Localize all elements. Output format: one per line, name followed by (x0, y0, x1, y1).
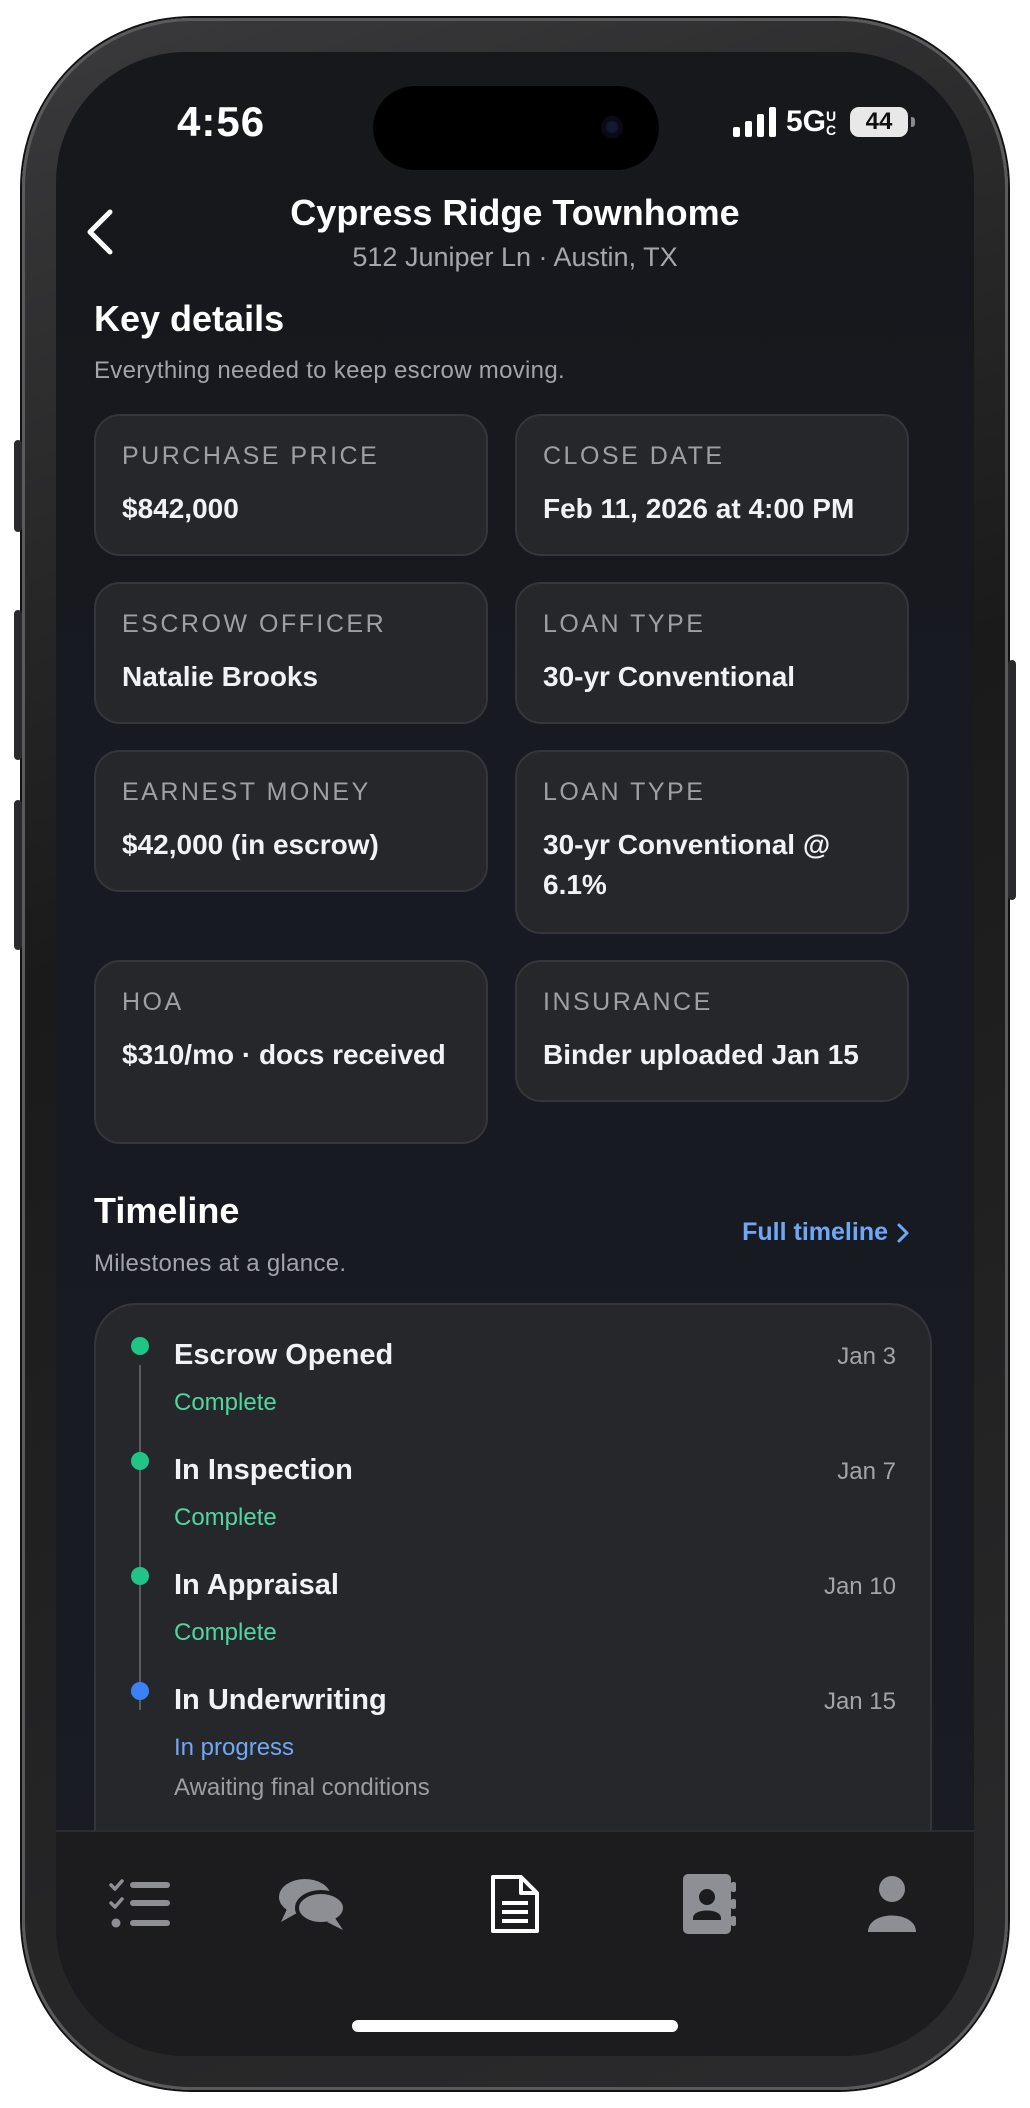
milestone-title: Escrow Opened (174, 1339, 394, 1371)
detail-card-earnest-money: EARNEST MONEY $42,000 (in escrow) (94, 750, 488, 892)
status-dot-complete (131, 1337, 149, 1355)
detail-value: $842,000 (122, 493, 239, 524)
milestone-status: Complete (174, 1619, 277, 1646)
detail-label: ESCROW OFFICER (122, 610, 387, 638)
tab-contacts[interactable] (668, 1864, 748, 1944)
person-icon (868, 1876, 916, 1932)
app-screen: 4:56 5GUC 44 Cypress Ridge Townhome 512 … (56, 52, 974, 2056)
key-details-heading: Key details (94, 298, 285, 339)
milestone-date: Jan 3 (837, 1343, 896, 1370)
chat-bubbles-icon (279, 1879, 347, 1930)
detail-value: 30-yr Conventional (543, 661, 796, 692)
milestone-status: Complete (174, 1504, 277, 1531)
home-indicator[interactable] (352, 2020, 678, 2032)
detail-card-hoa: HOA $310/mo · docs received (94, 960, 488, 1144)
cellular-signal-icon (732, 107, 776, 137)
detail-label: LOAN TYPE (543, 610, 706, 638)
detail-card-purchase-price: PURCHASE PRICE $842,000 (94, 414, 488, 556)
detail-card-loan-type-rate: LOAN TYPE 30-yr Conventional @ 6.1% (515, 750, 909, 934)
detail-label: EARNEST MONEY (122, 778, 371, 806)
detail-label: HOA (122, 988, 184, 1016)
status-indicators: 5GUC 44 (732, 102, 915, 142)
milestone-title: In Inspection (174, 1454, 353, 1486)
side-button-volume-down (14, 800, 22, 950)
detail-label: LOAN TYPE (543, 778, 706, 806)
timeline-card: Escrow Opened Jan 3 Complete In Inspecti… (94, 1303, 932, 1863)
side-button-volume-up (14, 610, 22, 760)
milestone-date: Jan 10 (823, 1573, 896, 1600)
detail-label: INSURANCE (543, 988, 713, 1016)
contact-book-icon (683, 1874, 736, 1934)
detail-value: $42,000 (in escrow) (122, 829, 379, 860)
milestone-title: In Appraisal (174, 1569, 339, 1601)
battery-icon: 44 (850, 107, 915, 137)
page-subtitle: 512 Juniper Ln · Austin, TX (352, 242, 678, 272)
detail-value: Feb 11, 2026 at 4:00 PM (543, 493, 855, 524)
page-title: Cypress Ridge Townhome (290, 192, 740, 233)
full-timeline-label: Full timeline (742, 1218, 888, 1246)
network-label: 5GUC (785, 105, 837, 138)
checklist-icon (109, 1879, 170, 1928)
tab-profile[interactable] (852, 1864, 932, 1944)
detail-label: CLOSE DATE (543, 442, 725, 470)
status-dot-in-progress (131, 1682, 149, 1700)
chevron-right-icon (897, 1223, 909, 1242)
document-icon (491, 1875, 539, 1933)
status-time: 4:56 (177, 98, 266, 145)
detail-card-escrow-officer: ESCROW OFFICER Natalie Brooks (94, 582, 488, 724)
milestone-note: Awaiting final conditions (174, 1774, 430, 1801)
detail-value: $310/mo · docs received (122, 1039, 446, 1070)
timeline-subtitle: Milestones at a glance. (94, 1250, 347, 1277)
milestone-title: In Underwriting (174, 1684, 387, 1716)
status-dot-complete (131, 1567, 149, 1585)
detail-card-loan-type: LOAN TYPE 30-yr Conventional (515, 582, 909, 724)
tab-documents[interactable] (475, 1864, 555, 1944)
detail-value: Natalie Brooks (122, 661, 319, 692)
milestone-date: Jan 7 (837, 1458, 896, 1485)
key-details-subtitle: Everything needed to keep escrow moving. (94, 357, 565, 384)
detail-value: Binder uploaded Jan 15 (543, 1039, 859, 1070)
detail-card-insurance: INSURANCE Binder uploaded Jan 15 (515, 960, 909, 1102)
full-timeline-link[interactable]: Full timeline (742, 1218, 910, 1247)
milestone-date: Jan 15 (823, 1688, 896, 1715)
milestone-status: In progress (174, 1734, 295, 1761)
timeline-connector (139, 1365, 141, 1710)
status-dot-complete (131, 1452, 149, 1470)
dynamic-island (373, 86, 659, 170)
tab-messages[interactable] (272, 1864, 352, 1944)
detail-value: 30-yr Conventional @ 6.1% (543, 829, 831, 900)
tab-checklist[interactable] (100, 1864, 180, 1944)
side-button-power (1008, 660, 1016, 900)
timeline-heading: Timeline (94, 1190, 240, 1231)
milestone-status: Complete (174, 1389, 277, 1416)
detail-card-close-date: CLOSE DATE Feb 11, 2026 at 4:00 PM (515, 414, 909, 556)
camera-icon (601, 116, 623, 138)
detail-label: PURCHASE PRICE (122, 442, 380, 470)
side-button-mute (14, 440, 22, 532)
